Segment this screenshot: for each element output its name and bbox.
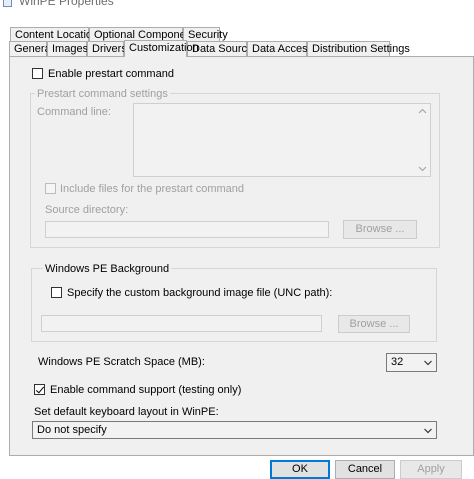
chevron-down-icon: [424, 428, 432, 434]
command-line-textarea[interactable]: [133, 103, 431, 177]
tab-customization[interactable]: Customization: [124, 40, 199, 57]
scroll-up-icon[interactable]: [418, 107, 427, 116]
specify-background-label: Specify the custom background image file…: [67, 287, 333, 299]
prestart-settings-legend: Prestart command settings: [35, 88, 170, 100]
background-legend: Windows PE Background: [43, 263, 172, 275]
keyboard-layout-label: Set default keyboard layout in WinPE:: [34, 406, 219, 418]
source-directory-input[interactable]: [45, 221, 329, 238]
tab-general[interactable]: General: [9, 41, 53, 57]
chevron-down-icon: [424, 360, 432, 366]
scratch-space-label: Windows PE Scratch Space (MB):: [38, 356, 205, 368]
specify-background-checkbox[interactable]: [51, 287, 62, 298]
enable-prestart-checkbox[interactable]: [32, 68, 43, 79]
scroll-down-icon[interactable]: [418, 164, 427, 173]
apply-button[interactable]: Apply: [400, 460, 462, 479]
prestart-browse-button[interactable]: Browse ...: [343, 220, 417, 239]
window-title: WinPE Properties: [19, 0, 114, 8]
tab-drivers[interactable]: Drivers: [87, 41, 127, 57]
source-directory-label: Source directory:: [45, 204, 129, 216]
keyboard-layout-select[interactable]: Do not specify: [32, 421, 437, 439]
keyboard-layout-value: Do not specify: [37, 424, 107, 436]
include-files-checkbox[interactable]: [45, 183, 56, 194]
cancel-button[interactable]: Cancel: [335, 460, 395, 479]
title-bar: WinPE Properties: [0, 0, 474, 12]
ok-button[interactable]: OK: [270, 460, 330, 479]
background-path-input[interactable]: [41, 315, 322, 332]
command-support-label: Enable command support (testing only): [50, 384, 242, 396]
tab-distribution-settings[interactable]: Distribution Settings: [307, 41, 410, 57]
background-browse-button[interactable]: Browse ...: [338, 315, 410, 333]
enable-prestart-label: Enable prestart command: [48, 68, 174, 80]
command-support-checkbox[interactable]: [34, 384, 45, 395]
command-line-label: Command line:: [37, 106, 111, 118]
window-icon: [3, 0, 12, 7]
tab-images[interactable]: Images: [47, 41, 88, 57]
scratch-space-value: 32: [391, 356, 404, 368]
include-files-label: Include files for the prestart command: [60, 183, 245, 195]
scratch-space-select[interactable]: 32: [386, 353, 437, 372]
tab-data-access[interactable]: Data Access: [247, 41, 313, 57]
